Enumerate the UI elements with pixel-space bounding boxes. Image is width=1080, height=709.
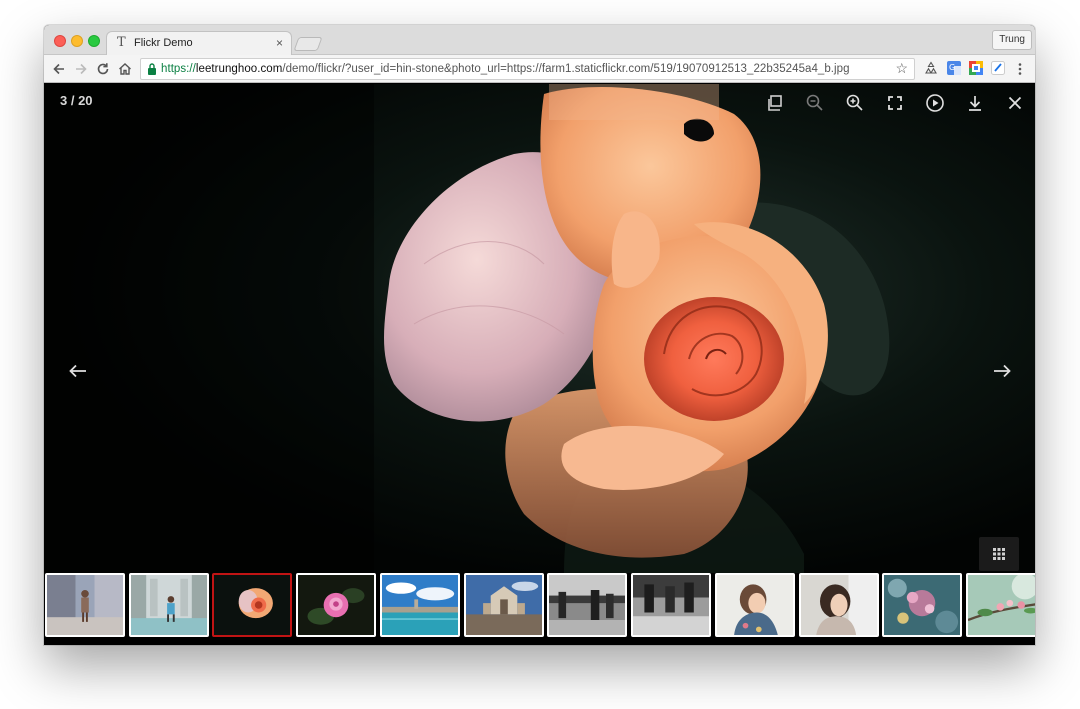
photo-counter: 3 / 20 xyxy=(60,93,93,108)
maximize-window-button[interactable] xyxy=(88,35,100,47)
tab-strip: T Flickr Demo × Trung xyxy=(44,25,1035,56)
thumbnail-flowers-bokeh[interactable] xyxy=(882,573,962,637)
tab-flickr-demo[interactable]: T Flickr Demo × xyxy=(106,31,292,56)
main-photo xyxy=(44,84,1035,573)
pen-extension-icon[interactable] xyxy=(991,61,1005,75)
thumbnail-venice-lagoon[interactable] xyxy=(380,573,460,637)
thumbnail-blossom-branch[interactable] xyxy=(966,573,1035,637)
bookmark-star-icon[interactable]: ☆ xyxy=(895,60,908,77)
recycle-extension-icon[interactable] xyxy=(924,61,938,75)
color-extension-icon[interactable] xyxy=(969,61,983,75)
url-text: https://leetrunghoo.com/demo/flickr/?use… xyxy=(161,63,850,75)
download-icon[interactable] xyxy=(964,92,986,114)
forward-icon[interactable] xyxy=(72,60,90,78)
thumbnail-strip xyxy=(44,573,1035,645)
tab-title: Flickr Demo xyxy=(134,37,193,49)
arrow-right-icon[interactable] xyxy=(990,361,1014,381)
address-bar[interactable]: https://leetrunghoo.com/demo/flickr/?use… xyxy=(140,58,915,80)
photo-viewer: 3 / 20 xyxy=(44,84,1035,573)
lock-icon xyxy=(148,63,156,75)
zoom-in-icon[interactable] xyxy=(844,92,866,114)
thumbnail-pink-rose[interactable] xyxy=(296,573,376,637)
back-icon[interactable] xyxy=(50,60,68,78)
favicon-icon: T xyxy=(117,35,126,50)
profile-button[interactable]: Trung xyxy=(992,30,1032,50)
close-icon[interactable] xyxy=(1004,92,1026,114)
thumbnail-orange-rose[interactable] xyxy=(212,573,292,637)
menu-kebab-icon[interactable] xyxy=(1011,60,1029,78)
minimize-window-button[interactable] xyxy=(71,35,83,47)
url-path: /demo/flickr/?user_id=hin-stone&photo_ur… xyxy=(282,63,850,75)
thumbnail-child-street[interactable] xyxy=(45,573,125,637)
home-icon[interactable] xyxy=(116,60,134,78)
thumbnail-girl-hair[interactable] xyxy=(799,573,879,637)
thumbnail-girl-portrait[interactable] xyxy=(715,573,795,637)
arrow-left-icon[interactable] xyxy=(66,361,90,381)
zoom-out-icon[interactable] xyxy=(804,92,826,114)
fullscreen-icon[interactable] xyxy=(884,92,906,114)
close-window-button[interactable] xyxy=(54,35,66,47)
svg-text:G: G xyxy=(949,63,955,72)
thumbnail-street-bw[interactable] xyxy=(547,573,627,637)
thumbnail-people-bw[interactable] xyxy=(631,573,711,637)
browser-toolbar: https://leetrunghoo.com/demo/flickr/?use… xyxy=(44,55,1035,83)
tab-close-icon[interactable]: × xyxy=(276,36,283,50)
url-scheme: https:// xyxy=(161,63,196,75)
new-tab-button[interactable] xyxy=(293,37,323,51)
translate-extension-icon[interactable]: G xyxy=(947,61,961,75)
thumbnail-church-square[interactable] xyxy=(464,573,544,637)
reload-icon[interactable] xyxy=(94,60,112,78)
play-icon[interactable] xyxy=(924,92,946,114)
grid-icon[interactable] xyxy=(979,537,1019,571)
url-host: leetrunghoo.com xyxy=(195,63,283,75)
browser-window: T Flickr Demo × Trung https://leetrungho… xyxy=(44,25,1035,645)
copy-icon[interactable] xyxy=(764,92,786,114)
thumbnail-child-corridor[interactable] xyxy=(129,573,209,637)
